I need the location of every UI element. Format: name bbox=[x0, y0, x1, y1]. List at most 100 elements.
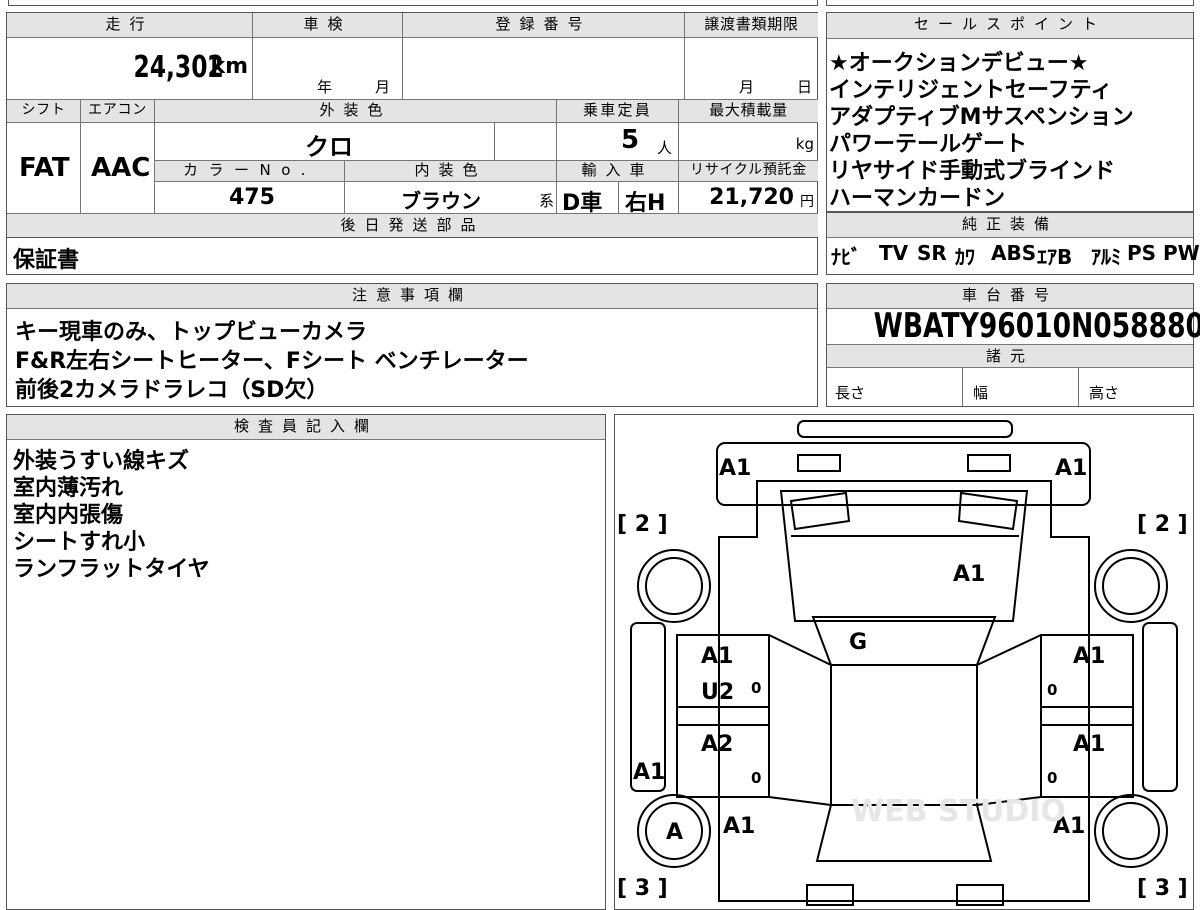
interior-color-cell: ブラウン 系 bbox=[345, 182, 557, 214]
equipment-item-alloy: ｱﾙﾐ bbox=[1091, 245, 1121, 269]
mileage-value: 24,302 bbox=[133, 50, 224, 85]
spec-height-label: 高さ bbox=[1089, 384, 1120, 402]
front-bumper-outline bbox=[716, 442, 1091, 506]
spec-width-label: 幅 bbox=[973, 384, 989, 402]
inspection-header: 車検 bbox=[253, 13, 403, 38]
equipment-item-pw: PW bbox=[1163, 241, 1200, 265]
capacity-header: 乗車定員 bbox=[557, 100, 679, 123]
deadline-month-unit: 月 bbox=[739, 78, 755, 96]
tire-rear-right-label: [ 3 ] bbox=[1137, 876, 1188, 901]
equipment-item-tv: TV bbox=[879, 241, 909, 265]
mileage-header: 走行 bbox=[7, 13, 253, 38]
inspection-month-unit: 月 bbox=[375, 78, 391, 96]
mark-left-rear-door: A2 bbox=[701, 732, 733, 757]
mark-left-rocker: A1 bbox=[633, 760, 665, 785]
inspector-header: 検査員記入欄 bbox=[7, 415, 605, 440]
equipment-header: 純正装備 bbox=[827, 213, 1193, 238]
car-diagram-box: A1 A1 A1 G A1 U2 A2 A1 A1 A1 A1 A1 A 0 0… bbox=[614, 414, 1194, 910]
inspection-year-unit: 年 bbox=[317, 78, 333, 96]
vehicle-info-grid: 走行 車検 登録番号 譲渡書類期限 24,302 km 年 月 月 日 シフト … bbox=[6, 12, 818, 238]
hood-vent-left bbox=[789, 491, 851, 531]
equipment-item-nav: ﾅﾋﾞ bbox=[831, 245, 861, 269]
front-grille-outline bbox=[797, 420, 1013, 438]
hood-vent-right bbox=[957, 491, 1019, 531]
inspection-cell: 年 月 bbox=[253, 38, 403, 100]
chassis-box: 車台番号 WBATY96010N058880 諸元 長さ 幅 高さ bbox=[826, 283, 1200, 407]
front-left-wheel-outer bbox=[637, 549, 711, 623]
mark-right-door-zero-2: 0 bbox=[1047, 769, 1057, 787]
front-left-wheel-inner bbox=[645, 557, 703, 615]
mark-right-front-door: A1 bbox=[1073, 644, 1105, 669]
spec-width-cell: 幅 bbox=[963, 368, 1079, 406]
deadline-day-unit: 日 bbox=[797, 78, 813, 96]
exterior-color-value: クロ bbox=[305, 133, 353, 161]
watermark-text: WEB STUDIO bbox=[851, 794, 1066, 829]
import-type-value: D車 bbox=[562, 191, 603, 214]
hood-outline bbox=[779, 490, 1029, 622]
mark-left-door-zero-2: 0 bbox=[751, 769, 761, 787]
later-parts-header: 後日発送部品 bbox=[7, 214, 818, 238]
notes-header: 注意事項欄 bbox=[7, 284, 817, 309]
max-load-unit: kg bbox=[795, 135, 814, 153]
shift-header: シフト bbox=[7, 100, 81, 123]
equipment-box: 純正装備 ﾅﾋﾞ TV SR ｶﾜ ABS ｴｱB ｱﾙﾐ PS PW bbox=[826, 212, 1200, 275]
shift-cell: FAT bbox=[7, 123, 81, 214]
front-right-wheel-outer bbox=[1094, 549, 1168, 623]
rear-right-wheel-inner bbox=[1102, 802, 1160, 860]
color-no-header: カラーNo. bbox=[155, 161, 345, 182]
mark-hood: A1 bbox=[953, 562, 985, 587]
chassis-number: WBATY96010N058880 bbox=[873, 306, 1200, 346]
capacity-unit: 人 bbox=[657, 139, 673, 157]
mark-windshield: G bbox=[849, 630, 867, 655]
equipment-item-leather: ｶﾜ bbox=[955, 245, 975, 269]
spec-height-cell: 高さ bbox=[1079, 368, 1193, 406]
equipment-item-airbag: ｴｱB bbox=[1037, 245, 1073, 269]
left-front-door-strip bbox=[676, 706, 770, 726]
later-parts-box: 保証書 bbox=[6, 237, 818, 275]
front-right-wheel-inner bbox=[1102, 557, 1160, 615]
tire-rear-left-label: [ 3 ] bbox=[617, 876, 668, 901]
steering-cell: 右H bbox=[619, 182, 679, 214]
spec-length-label: 長さ bbox=[835, 384, 866, 402]
headlight-right-outline bbox=[967, 454, 1011, 472]
sales-points-box: セールスポイント ★オークションデビュー★ インテリジェントセーフティ アダプテ… bbox=[826, 12, 1194, 212]
rocker-right-outline bbox=[1142, 622, 1178, 792]
color-no-cell: 475 bbox=[155, 182, 345, 214]
color-no-value: 475 bbox=[229, 185, 275, 210]
transfer-deadline-header: 譲渡書類期限 bbox=[685, 13, 818, 38]
mark-left-front-door-2: U2 bbox=[701, 680, 734, 705]
interior-color-value: ブラウン bbox=[401, 189, 481, 213]
mileage-unit: km bbox=[210, 54, 248, 79]
equipment-item-ps: PS bbox=[1127, 241, 1157, 265]
aircon-cell: AAC bbox=[81, 123, 155, 214]
spec-length-cell: 長さ bbox=[827, 368, 963, 406]
import-header: 輸入車 bbox=[557, 161, 679, 182]
inspector-line-5: ランフラットタイヤ bbox=[13, 557, 210, 582]
recycle-fee-value: 21,720 bbox=[709, 185, 794, 210]
mark-rear-left-wheel: A bbox=[666, 820, 683, 845]
rear-right-wheel-outer bbox=[1094, 794, 1168, 868]
recycle-fee-unit: 円 bbox=[800, 194, 814, 210]
shift-value: FAT bbox=[19, 153, 70, 183]
mileage-cell: 24,302 km bbox=[7, 38, 253, 100]
mark-left-rear-fender: A1 bbox=[723, 814, 755, 839]
max-load-header: 最大積載量 bbox=[679, 100, 818, 123]
aircon-value: AAC bbox=[91, 153, 151, 183]
recycle-fee-cell: 21,720 円 bbox=[679, 182, 818, 214]
exterior-color-sub-cell bbox=[495, 123, 557, 161]
interior-color-suffix: 系 bbox=[538, 192, 554, 210]
registration-number-header: 登録番号 bbox=[403, 13, 685, 38]
mark-right-door-zero-1: 0 bbox=[1047, 681, 1057, 699]
capacity-cell: 5 人 bbox=[557, 123, 679, 161]
mark-front-bumper-left: A1 bbox=[719, 456, 751, 481]
capacity-value: 5 bbox=[621, 125, 640, 155]
transfer-deadline-cell: 月 日 bbox=[685, 38, 818, 100]
top-clipped-strip bbox=[8, 0, 818, 6]
top-right-clipped-strip bbox=[826, 0, 1194, 6]
steering-value: 右H bbox=[625, 191, 666, 214]
sales-point-line-6: ハーマンカードン bbox=[829, 186, 1006, 211]
body-outline bbox=[718, 480, 1090, 902]
equipment-item-abs: ABS bbox=[991, 241, 1037, 265]
windshield-outline bbox=[811, 616, 997, 666]
headlight-left-outline bbox=[797, 454, 841, 472]
